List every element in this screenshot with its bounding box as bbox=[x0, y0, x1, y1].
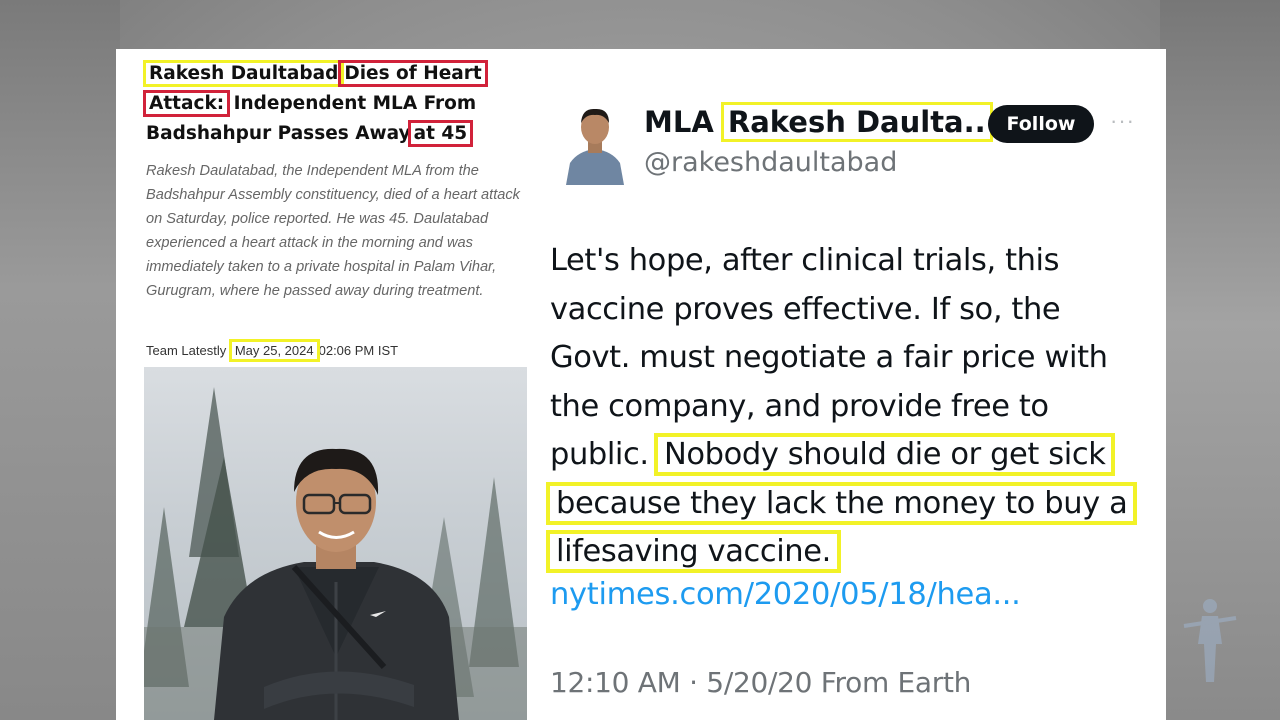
tweet-text: Let's hope, after clinical trials, this … bbox=[545, 237, 1150, 577]
headline-name-highlight: Rakesh Daultabad bbox=[142, 60, 345, 87]
screenshot-card: Rakesh Daultabad Dies of Heart Attack: In… bbox=[116, 49, 1166, 720]
follow-button[interactable]: Follow bbox=[988, 105, 1094, 143]
tweet-line-4: the company, and provide free to bbox=[550, 388, 1049, 424]
article-byline: Team Latestly May 25, 2024 02:06 PM IST bbox=[146, 339, 526, 362]
headline-text-2: Badshahpur Passes Away bbox=[146, 123, 411, 144]
name-highlight: Rakesh Daulta.. bbox=[720, 102, 993, 142]
tweet-line-5a: public. bbox=[550, 437, 649, 472]
byline-date: May 25, 2024 bbox=[228, 339, 320, 362]
headline-text: Independent MLA From bbox=[227, 93, 477, 114]
tweet-highlight-1: Nobody should die or get sick bbox=[653, 433, 1116, 476]
article-photo bbox=[144, 367, 527, 720]
watermark-soldier-icon bbox=[1176, 596, 1242, 684]
tweet-display-name[interactable]: MLA Rakesh Daulta.. bbox=[644, 102, 993, 142]
article-summary: Rakesh Daulatabad, the Independent MLA f… bbox=[146, 163, 520, 299]
byline-author[interactable]: Team Latestly bbox=[146, 343, 226, 358]
tweet-line-5: public. Nobody should die or get sick bbox=[550, 431, 1150, 480]
article-headline[interactable]: Rakesh Daultabad Dies of Heart Attack: In… bbox=[142, 59, 516, 149]
more-options-icon[interactable]: ··· bbox=[1110, 110, 1138, 132]
avatar[interactable] bbox=[564, 105, 626, 185]
tweet-line-7: lifesaving vaccine. bbox=[546, 528, 1150, 577]
name-prefix: MLA bbox=[644, 105, 714, 139]
tweet-highlight-3: lifesaving vaccine. bbox=[546, 530, 841, 573]
tweet-line-6: because they lack the money to buy a bbox=[545, 480, 1150, 529]
tweet-timestamp[interactable]: 12:10 AM · 5/20/20 From Earth bbox=[550, 666, 971, 699]
tweet-line-1: Let's hope, after clinical trials, this bbox=[550, 243, 1060, 278]
headline-dies-highlight: Dies of Heart bbox=[338, 60, 488, 87]
tweet-card: MLA Rakesh Daulta.. @rakeshdaultabad Fol… bbox=[528, 49, 1166, 720]
news-article: Rakesh Daultabad Dies of Heart Attack: In… bbox=[116, 49, 528, 720]
tweet-handle[interactable]: @rakeshdaultabad bbox=[644, 147, 897, 178]
tweet-highlight-2: because they lack the money to buy a bbox=[545, 481, 1138, 525]
tweet-line-2: vaccine proves effective. If so, the bbox=[550, 291, 1061, 327]
headline-age-highlight: at 45 bbox=[407, 120, 474, 147]
tweet-line-3: Govt. must negotiate a fair price with bbox=[550, 340, 1108, 375]
headline-attack-highlight: Attack: bbox=[142, 90, 231, 117]
byline-time: 02:06 PM IST bbox=[318, 343, 399, 358]
tweet-link[interactable]: nytimes.com/2020/05/18/hea... bbox=[550, 577, 1021, 612]
person-photo-illustration bbox=[144, 387, 527, 720]
background-blur-left bbox=[0, 0, 120, 720]
